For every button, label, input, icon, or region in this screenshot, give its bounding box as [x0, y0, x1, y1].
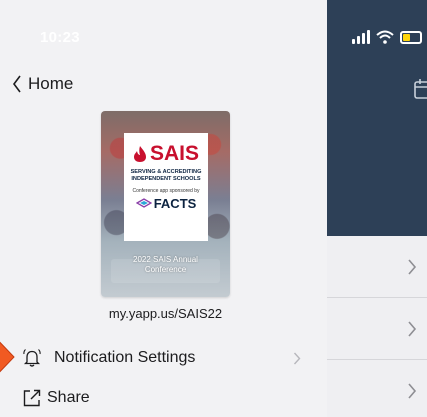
caption-line-1: 2022 SAIS Annual: [133, 255, 198, 264]
background-list-row[interactable]: [327, 298, 427, 360]
caption-line-2: Conference: [144, 264, 187, 274]
chevron-right-icon: [293, 352, 301, 364]
bell-icon: [23, 349, 41, 367]
sais-logo-card: SAIS SERVING & ACCREDITING INDEPENDENT S…: [124, 133, 208, 241]
conference-caption: 2022 SAIS Annual Conference: [101, 255, 230, 274]
notification-settings-item[interactable]: Notification Settings: [0, 339, 327, 377]
wifi-icon: [376, 30, 394, 44]
sais-logo-text: SAIS: [149, 142, 199, 165]
flame-icon: [133, 145, 146, 162]
chevron-right-icon: [408, 382, 417, 399]
facts-logo: FACTS: [129, 197, 203, 210]
sponsor-text: Conference app sponsored by: [132, 187, 200, 194]
battery-icon: [400, 30, 422, 44]
chevron-right-icon: [408, 258, 417, 275]
tagline-line-1: SERVING & ACCREDITING: [130, 169, 202, 175]
background-list-row[interactable]: [327, 360, 427, 417]
status-bar-indicators: [352, 28, 422, 46]
yapp-url[interactable]: my.yapp.us/SAIS22: [0, 306, 327, 321]
tagline-line-2: INDEPENDENT SCHOOLS: [131, 175, 201, 182]
cellular-signal-icon: [352, 30, 370, 44]
sais-tagline: SERVING & ACCREDITING INDEPENDENT SCHOOL…: [129, 169, 203, 183]
background-app-panel: [327, 0, 427, 417]
home-back-label: Home: [28, 74, 74, 93]
share-icon: [23, 389, 41, 407]
background-list-row[interactable]: [327, 236, 427, 298]
facts-logo-text: FACTS: [153, 195, 197, 211]
home-back-button[interactable]: Home: [12, 72, 73, 96]
share-item[interactable]: Share: [0, 379, 327, 417]
conference-cover-image: SAIS SERVING & ACCREDITING INDEPENDENT S…: [101, 111, 230, 297]
share-label: Share: [47, 389, 90, 406]
highlight-arrow-icon: [0, 341, 15, 373]
side-drawer: 10:23 Home SAIS SERVING & ACCREDITING IN…: [0, 0, 327, 417]
chevron-left-icon: [13, 75, 21, 93]
calendar-icon[interactable]: [414, 78, 427, 100]
sais-logo: SAIS: [129, 143, 203, 164]
chevron-right-icon: [408, 320, 417, 337]
notification-settings-label: Notification Settings: [54, 349, 196, 366]
facts-mark-icon: [135, 198, 152, 209]
status-time: 10:23: [40, 29, 80, 46]
